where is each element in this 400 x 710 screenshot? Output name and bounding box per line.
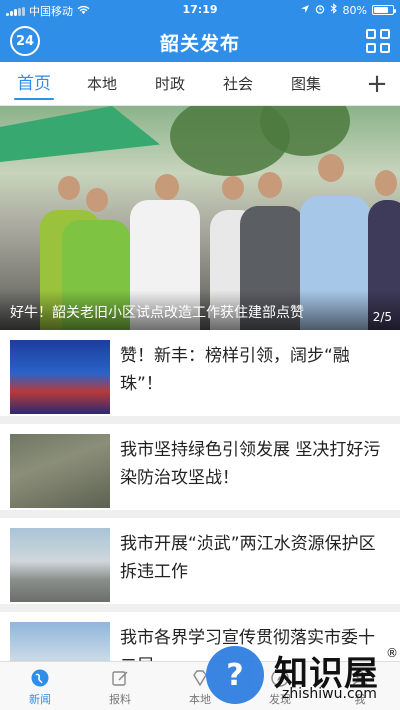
watermark-url: zhishiwu.com <box>282 686 377 702</box>
bottom-tab-label: 报料 <box>109 693 131 706</box>
status-bar: 中国移动 17:19 80% <box>0 0 400 20</box>
app-screen: 中国移动 17:19 80% 24 韶关发布 首页 本地 时政 社会 图集 + … <box>0 0 400 710</box>
watermark-registered-mark: ® <box>386 646 398 660</box>
status-right: 80% <box>300 3 396 17</box>
app-title: 韶关发布 <box>159 33 240 55</box>
edit-icon <box>110 668 130 688</box>
location-icon <box>300 4 310 17</box>
article-thumbnail <box>10 528 110 602</box>
add-channel-button[interactable]: + <box>362 62 392 106</box>
tab-gallery[interactable]: 图集 <box>272 62 340 106</box>
tab-home[interactable]: 首页 <box>0 62 68 106</box>
hero-caption[interactable]: 好牛！韶关老旧小区试点改造工作获住建部点赞 <box>10 302 354 322</box>
battery-percent: 80% <box>342 3 367 17</box>
nav-bar: 24 韶关发布 <box>0 20 400 62</box>
alarm-icon <box>315 4 325 17</box>
battery-fill <box>374 7 389 13</box>
battery-icon <box>372 5 396 15</box>
article-title: 赞！新丰：榜样引领，阔步“融珠”！ <box>120 346 350 394</box>
list-item[interactable]: 我市开展“浈武”两江水资源保护区拆违工作 <box>0 518 400 612</box>
tab-local[interactable]: 本地 <box>68 62 136 106</box>
grid-menu-icon[interactable] <box>366 29 390 53</box>
watermark-logo-icon: ? <box>206 646 264 704</box>
tab-society[interactable]: 社会 <box>204 62 272 106</box>
article-thumbnail <box>10 340 110 414</box>
article-title: 我市开展“浈武”两江水资源保护区拆违工作 <box>120 534 376 582</box>
globe-icon <box>30 668 50 688</box>
bottom-tab-label: 新闻 <box>29 693 51 706</box>
list-item[interactable]: 我市坚持绿色引领发展 坚决打好污染防治攻坚战！ <box>0 424 400 518</box>
list-item[interactable]: 赞！新丰：榜样引领，阔步“融珠”！ <box>0 330 400 424</box>
bottom-tab-news[interactable]: 新闻 <box>0 662 80 710</box>
article-title: 我市坚持绿色引领发展 坚决打好污染防治攻坚战！ <box>120 440 381 488</box>
bottom-tab-report[interactable]: 报料 <box>80 662 160 710</box>
channel-tabs: 首页 本地 时政 社会 图集 <box>0 62 400 106</box>
article-thumbnail <box>10 434 110 508</box>
header: 中国移动 17:19 80% 24 韶关发布 <box>0 0 400 62</box>
hero-carousel[interactable]: 好牛！韶关老旧小区试点改造工作获住建部点赞 2/5 <box>0 106 400 330</box>
bottom-tab-label: 本地 <box>189 693 211 706</box>
tab-politics[interactable]: 时政 <box>136 62 204 106</box>
carousel-page-indicator: 2/5 <box>372 310 392 324</box>
bluetooth-icon <box>330 3 338 17</box>
